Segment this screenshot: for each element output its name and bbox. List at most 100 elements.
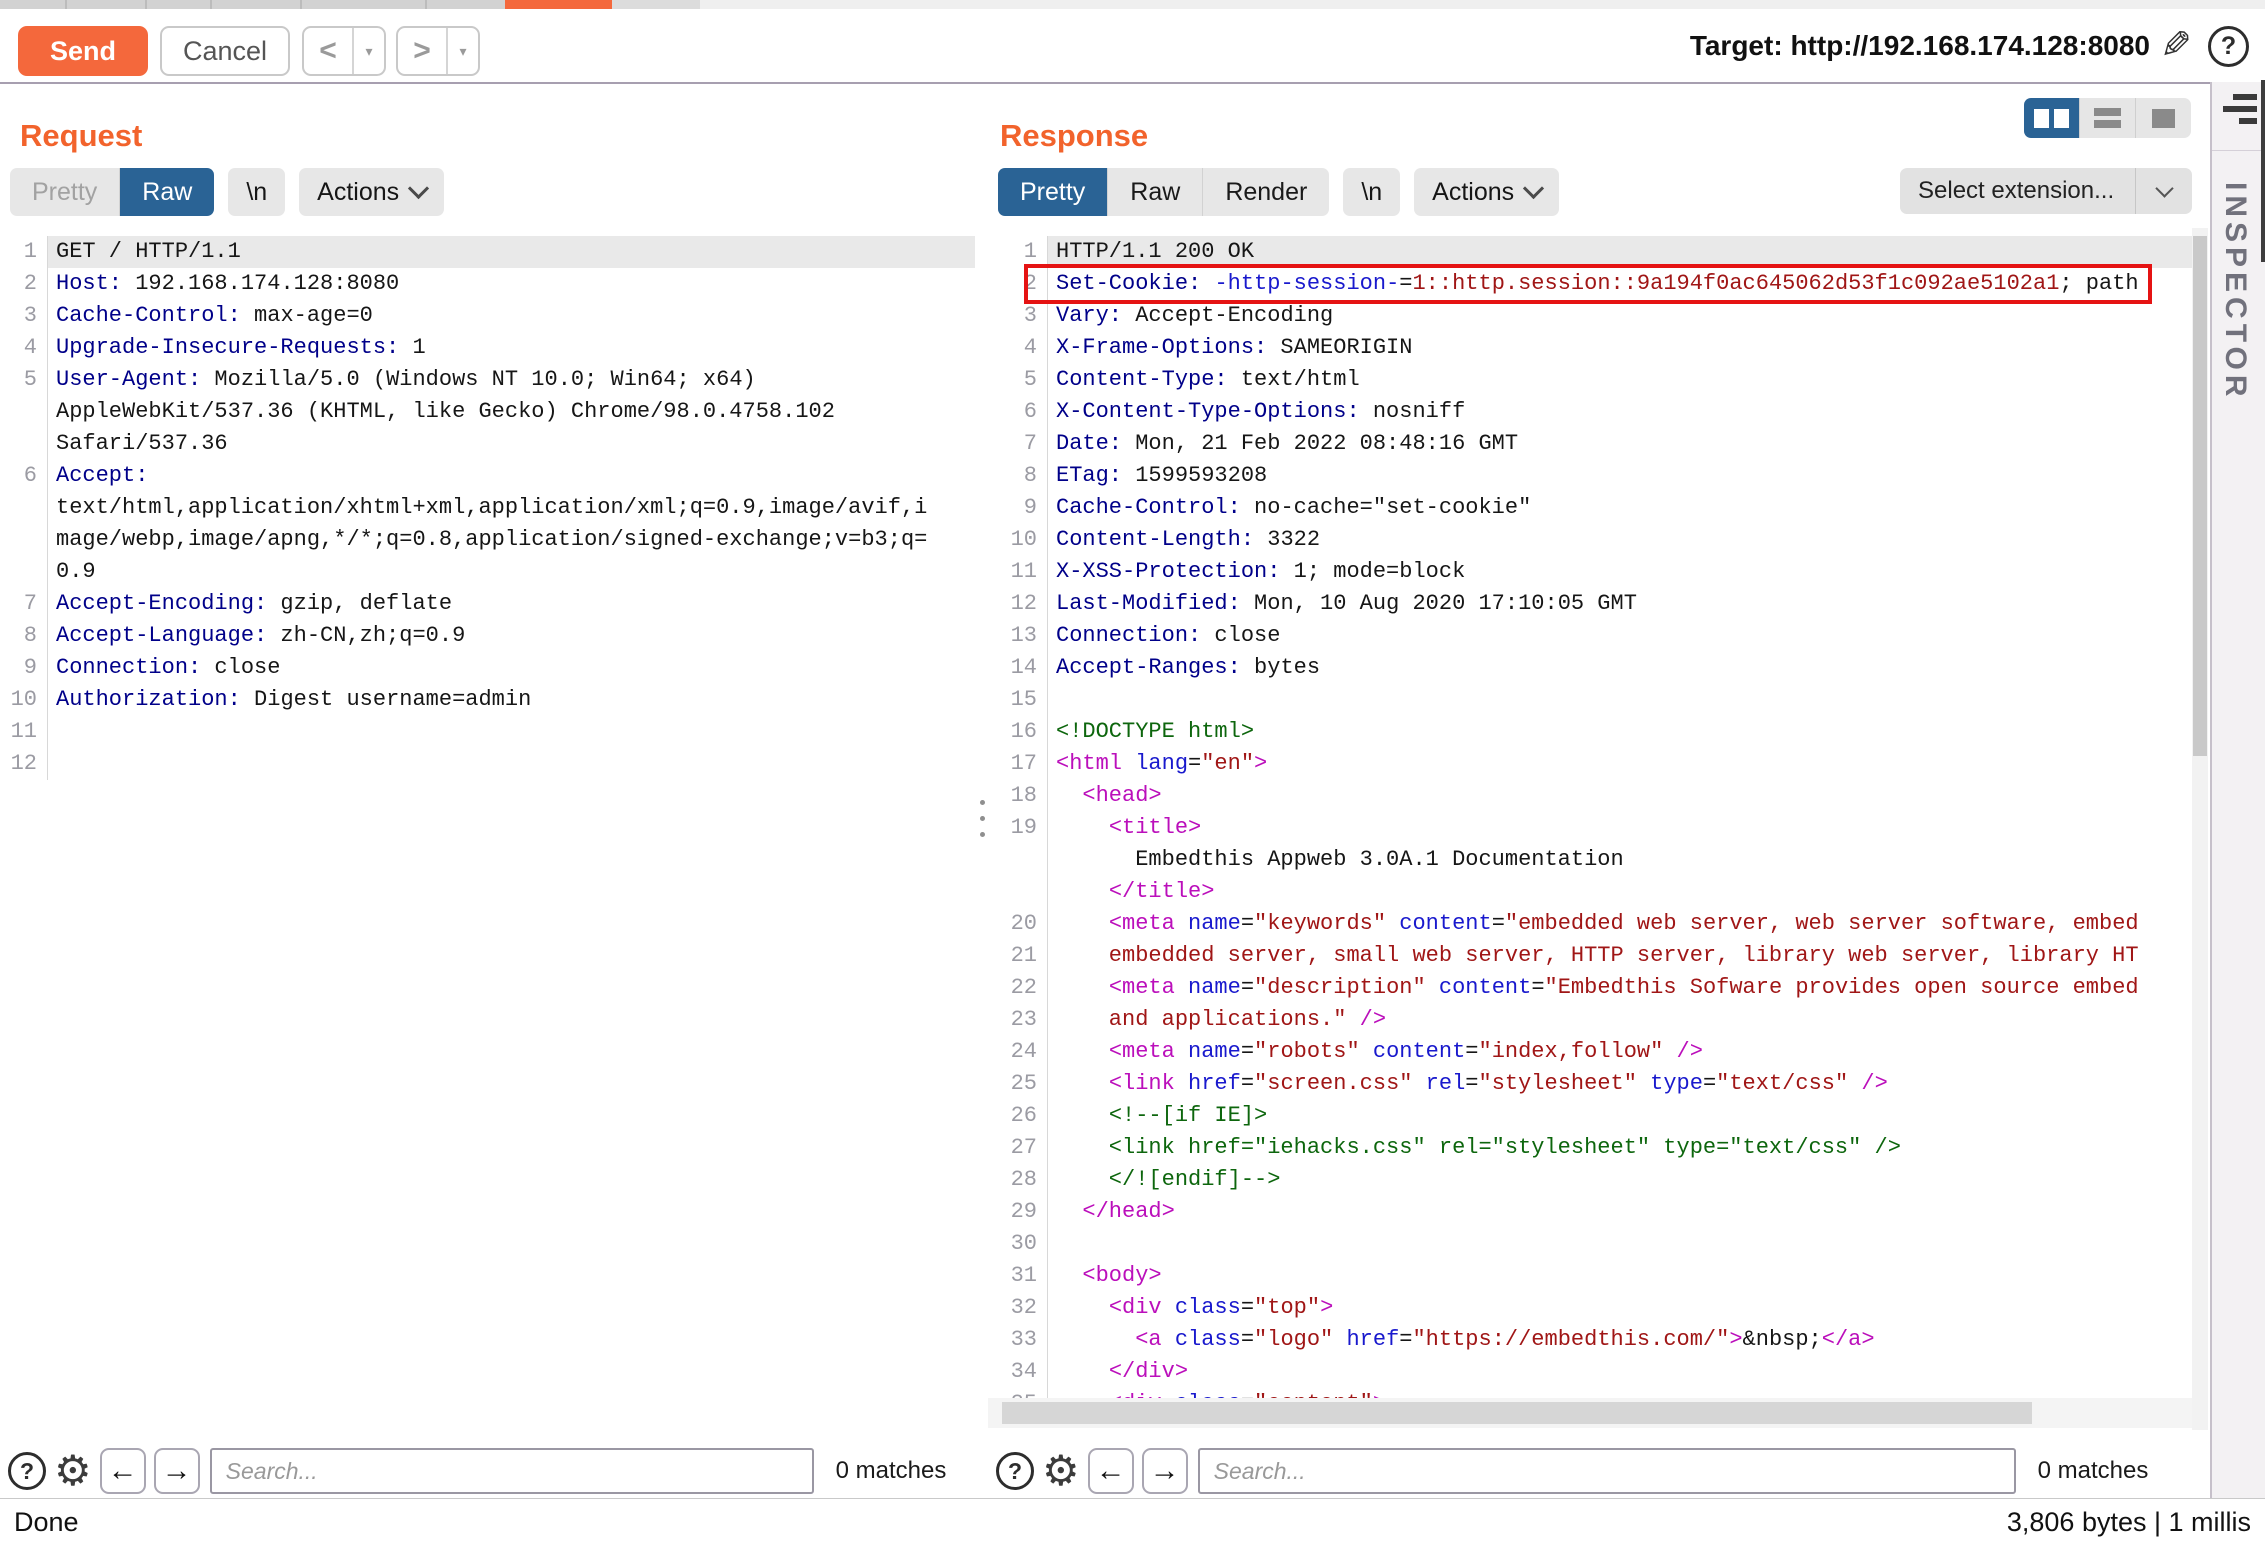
code-line[interactable]: 33 <a class="logo" href="https://embedth…	[988, 1324, 2192, 1356]
line-number: 7	[0, 588, 48, 620]
layout-rows-button[interactable]	[2080, 98, 2136, 138]
code-line[interactable]: 9Cache-Control: no-cache="set-cookie"	[988, 492, 2192, 524]
search-previous-button[interactable]: ←	[100, 1448, 146, 1494]
line-number: 15	[988, 684, 1048, 716]
code-line[interactable]: Safari/537.36	[0, 428, 975, 460]
code-line[interactable]: 6X-Content-Type-Options: nosniff	[988, 396, 2192, 428]
code-line[interactable]: 1HTTP/1.1 200 OK	[988, 236, 2192, 268]
inspector-tab-label[interactable]: INSPECTOR	[2218, 182, 2252, 401]
response-editor[interactable]: 1HTTP/1.1 200 OK2Set-Cookie: -http-sessi…	[988, 228, 2192, 1430]
code-line[interactable]: 8ETag: 1599593208	[988, 460, 2192, 492]
code-line[interactable]: 10Authorization: Digest username=admin	[0, 684, 975, 716]
code-line[interactable]: 12Last-Modified: Mon, 10 Aug 2020 17:10:…	[988, 588, 2192, 620]
line-number: 13	[988, 620, 1048, 652]
code-line[interactable]: 7Date: Mon, 21 Feb 2022 08:48:16 GMT	[988, 428, 2192, 460]
help-icon[interactable]: ?	[2208, 26, 2249, 67]
request-search-input[interactable]	[210, 1448, 814, 1494]
cancel-button[interactable]: Cancel	[160, 26, 290, 76]
response-horizontal-scrollbar[interactable]	[988, 1398, 2192, 1428]
next-request-button[interactable]: >	[398, 28, 446, 74]
inspector-panel-collapsed[interactable]: INSPECTOR	[2210, 82, 2265, 1498]
code-line[interactable]: 27 <link href="iehacks.css" rel="stylesh…	[988, 1132, 2192, 1164]
code-line[interactable]: 31 <body>	[988, 1260, 2192, 1292]
code-line[interactable]: 29 </head>	[988, 1196, 2192, 1228]
search-settings-gear-icon[interactable]: ⚙	[54, 1452, 92, 1490]
edit-target-icon[interactable]: ✎	[2160, 23, 2192, 68]
code-line[interactable]: 2Host: 192.168.174.128:8080	[0, 268, 975, 300]
code-line[interactable]: 32 <div class="top">	[988, 1292, 2192, 1324]
search-help-icon[interactable]: ?	[996, 1452, 1034, 1490]
search-help-icon[interactable]: ?	[8, 1452, 46, 1490]
code-line[interactable]: 6Accept:	[0, 460, 975, 492]
tab-response-newline[interactable]: \n	[1343, 168, 1400, 216]
code-line[interactable]: 8Accept-Language: zh-CN,zh;q=0.9	[0, 620, 975, 652]
request-actions-button[interactable]: Actions	[299, 168, 444, 216]
previous-request-button[interactable]: <	[304, 28, 352, 74]
code-line[interactable]: 15	[988, 684, 2192, 716]
code-line[interactable]: 18 <head>	[988, 780, 2192, 812]
search-next-button[interactable]: →	[154, 1448, 200, 1494]
response-search-input[interactable]	[1198, 1448, 2016, 1494]
code-line[interactable]: 21 embedded server, small web server, HT…	[988, 940, 2192, 972]
inspector-collapse-icon[interactable]	[2221, 94, 2257, 134]
code-line[interactable]: mage/webp,image/apng,*/*;q=0.8,applicati…	[0, 524, 975, 556]
request-editor[interactable]: 1GET / HTTP/1.12Host: 192.168.174.128:80…	[0, 228, 975, 1430]
tab-response-pretty[interactable]: Pretty	[998, 168, 1108, 216]
code-line[interactable]: 23 and applications." />	[988, 1004, 2192, 1036]
search-settings-gear-icon[interactable]: ⚙	[1042, 1452, 1080, 1490]
code-line[interactable]: 14Accept-Ranges: bytes	[988, 652, 2192, 684]
code-line[interactable]: 11	[0, 716, 975, 748]
code-line[interactable]: 17<html lang="en">	[988, 748, 2192, 780]
line-number: 18	[988, 780, 1048, 812]
code-line[interactable]: </title>	[988, 876, 2192, 908]
tab-request-pretty[interactable]: Pretty	[10, 168, 120, 216]
response-actions-button[interactable]: Actions	[1414, 168, 1559, 216]
code-line[interactable]: 13Connection: close	[988, 620, 2192, 652]
tab-request-raw[interactable]: Raw	[120, 168, 214, 216]
tab-response-raw[interactable]: Raw	[1108, 168, 1203, 216]
code-line[interactable]: 2Set-Cookie: -http-session-=1::http.sess…	[988, 268, 2192, 300]
send-button[interactable]: Send	[18, 26, 148, 76]
next-request-dropdown[interactable]: ▾	[446, 28, 478, 74]
tab-response-render[interactable]: Render	[1203, 168, 1329, 216]
code-line[interactable]: Embedthis Appweb 3.0A.1 Documentation	[988, 844, 2192, 876]
code-line[interactable]: 30	[988, 1228, 2192, 1260]
code-line[interactable]: 10Content-Length: 3322	[988, 524, 2192, 556]
code-line[interactable]: 16<!DOCTYPE html>	[988, 716, 2192, 748]
code-line[interactable]: 1GET / HTTP/1.1	[0, 236, 975, 268]
code-line[interactable]: 4X-Frame-Options: SAMEORIGIN	[988, 332, 2192, 364]
code-line[interactable]: AppleWebKit/537.36 (KHTML, like Gecko) C…	[0, 396, 975, 428]
code-line[interactable]: 9Connection: close	[0, 652, 975, 684]
previous-request-dropdown[interactable]: ▾	[352, 28, 384, 74]
code-line[interactable]: 22 <meta name="description" content="Emb…	[988, 972, 2192, 1004]
code-line[interactable]: text/html,application/xhtml+xml,applicat…	[0, 492, 975, 524]
code-line[interactable]: 34 </div>	[988, 1356, 2192, 1388]
code-line[interactable]: 19 <title>	[988, 812, 2192, 844]
code-line[interactable]: 5Content-Type: text/html	[988, 364, 2192, 396]
scrollbar-thumb[interactable]	[2193, 236, 2207, 756]
select-extension-dropdown[interactable]: Select extension...	[1900, 168, 2192, 214]
code-line[interactable]: 25 <link href="screen.css" rel="styleshe…	[988, 1068, 2192, 1100]
code-line[interactable]: 5User-Agent: Mozilla/5.0 (Windows NT 10.…	[0, 364, 975, 396]
code-line[interactable]: 28 </![endif]-->	[988, 1164, 2192, 1196]
code-line[interactable]: 0.9	[0, 556, 975, 588]
chevron-down-icon	[408, 177, 429, 198]
tab-request-newline[interactable]: \n	[228, 168, 285, 216]
active-tab-indicator[interactable]	[505, 0, 612, 9]
response-vertical-scrollbar[interactable]	[2192, 228, 2208, 1430]
panel-splitter-handle[interactable]	[978, 800, 986, 856]
code-line[interactable]: 26 <!--[if IE]>	[988, 1100, 2192, 1132]
search-previous-button[interactable]: ←	[1088, 1448, 1134, 1494]
code-line[interactable]: 24 <meta name="robots" content="index,fo…	[988, 1036, 2192, 1068]
search-next-button[interactable]: →	[1142, 1448, 1188, 1494]
layout-single-button[interactable]	[2136, 98, 2191, 138]
code-line[interactable]: 3Vary: Accept-Encoding	[988, 300, 2192, 332]
layout-columns-button[interactable]	[2024, 98, 2080, 138]
code-line[interactable]: 12	[0, 748, 975, 780]
code-line[interactable]: 11X-XSS-Protection: 1; mode=block	[988, 556, 2192, 588]
code-line[interactable]: 4Upgrade-Insecure-Requests: 1	[0, 332, 975, 364]
code-line[interactable]: 20 <meta name="keywords" content="embedd…	[988, 908, 2192, 940]
scrollbar-thumb[interactable]	[1002, 1402, 2032, 1424]
code-line[interactable]: 3Cache-Control: max-age=0	[0, 300, 975, 332]
code-line[interactable]: 7Accept-Encoding: gzip, deflate	[0, 588, 975, 620]
